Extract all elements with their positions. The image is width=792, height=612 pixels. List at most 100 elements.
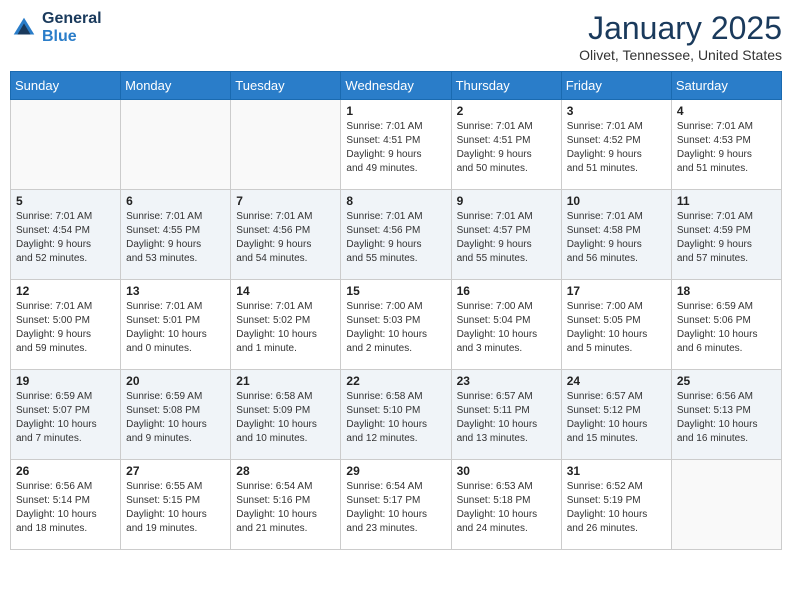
calendar-week-row: 1Sunrise: 7:01 AM Sunset: 4:51 PM Daylig… [11,100,782,190]
day-number: 1 [346,104,445,118]
day-number: 16 [457,284,556,298]
calendar-day-cell [231,100,341,190]
calendar-day-cell: 5 Sunrise: 7:01 AM Sunset: 4:54 PM Daylig… [11,190,121,280]
calendar-day-cell: 20 Sunrise: 6:59 AM Sunset: 5:08 PM Dayli… [121,370,231,460]
day-number: 5 [16,194,115,208]
day-info: Sunrise: 6:53 AM Sunset: 5:18 PM Dayligh… [457,480,556,536]
calendar-day-cell: 29 Sunrise: 6:54 AM Sunset: 5:17 PM Dayli… [341,460,451,550]
calendar-day-cell: 16 Sunrise: 7:00 AM Sunset: 5:04 PM Dayli… [451,280,561,370]
weekday-header-wednesday: Wednesday [341,72,451,100]
calendar-day-cell: 26 Sunrise: 6:56 AM Sunset: 5:14 PM Dayli… [11,460,121,550]
day-info: Sunrise: 7:01 AM Sunset: 5:01 PM Dayligh… [126,300,225,356]
calendar-day-cell: 27Sunrise: 6:55 AM Sunset: 5:15 PM Dayli… [121,460,231,550]
day-number: 15 [346,284,445,298]
day-number: 13 [126,284,225,298]
calendar-week-row: 19 Sunrise: 6:59 AM Sunset: 5:07 PM Dayli… [11,370,782,460]
day-info: Sunrise: 6:56 AM Sunset: 5:14 PM Dayligh… [16,480,115,536]
day-number: 18 [677,284,776,298]
calendar-day-cell: 14Sunrise: 7:01 AM Sunset: 5:02 PM Dayli… [231,280,341,370]
day-number: 26 [16,464,115,478]
calendar-day-cell: 2Sunrise: 7:01 AM Sunset: 4:51 PM Daylig… [451,100,561,190]
day-info: Sunrise: 7:01 AM Sunset: 4:56 PM Dayligh… [236,210,335,266]
weekday-header-saturday: Saturday [671,72,781,100]
logo-icon [10,14,38,42]
day-number: 28 [236,464,335,478]
logo-text: General Blue [42,10,102,45]
day-number: 19 [16,374,115,388]
calendar-day-cell: 22 Sunrise: 6:58 AM Sunset: 5:10 PM Dayli… [341,370,451,460]
calendar-day-cell: 24 Sunrise: 6:57 AM Sunset: 5:12 PM Dayli… [561,370,671,460]
location: Olivet, Tennessee, United States [579,47,782,63]
day-number: 20 [126,374,225,388]
day-number: 4 [677,104,776,118]
day-info: Sunrise: 7:01 AM Sunset: 4:59 PM Dayligh… [677,210,776,266]
calendar-day-cell: 1Sunrise: 7:01 AM Sunset: 4:51 PM Daylig… [341,100,451,190]
day-info: Sunrise: 6:59 AM Sunset: 5:07 PM Dayligh… [16,390,115,446]
title-area: January 2025 Olivet, Tennessee, United S… [579,10,782,63]
day-number: 2 [457,104,556,118]
calendar-day-cell: 13 Sunrise: 7:01 AM Sunset: 5:01 PM Dayli… [121,280,231,370]
calendar-day-cell: 17Sunrise: 7:00 AM Sunset: 5:05 PM Dayli… [561,280,671,370]
day-info: Sunrise: 7:01 AM Sunset: 4:57 PM Dayligh… [457,210,556,266]
day-number: 22 [346,374,445,388]
day-info: Sunrise: 7:00 AM Sunset: 5:04 PM Dayligh… [457,300,556,356]
calendar-day-cell: 15 Sunrise: 7:00 AM Sunset: 5:03 PM Dayli… [341,280,451,370]
day-number: 23 [457,374,556,388]
calendar-day-cell: 21 Sunrise: 6:58 AM Sunset: 5:09 PM Dayli… [231,370,341,460]
calendar-day-cell: 23 Sunrise: 6:57 AM Sunset: 5:11 PM Dayli… [451,370,561,460]
day-number: 9 [457,194,556,208]
page-header: General Blue January 2025 Olivet, Tennes… [10,10,782,63]
day-number: 8 [346,194,445,208]
day-info: Sunrise: 6:55 AM Sunset: 5:15 PM Dayligh… [126,480,225,536]
day-number: 24 [567,374,666,388]
calendar-day-cell: 7 Sunrise: 7:01 AM Sunset: 4:56 PM Daylig… [231,190,341,280]
day-info: Sunrise: 6:54 AM Sunset: 5:16 PM Dayligh… [236,480,335,536]
day-info: Sunrise: 7:01 AM Sunset: 4:56 PM Dayligh… [346,210,445,266]
weekday-header-monday: Monday [121,72,231,100]
logo-blue: Blue [42,28,102,46]
day-info: Sunrise: 7:01 AM Sunset: 4:54 PM Dayligh… [16,210,115,266]
logo-general: General [42,10,102,28]
day-info: Sunrise: 6:58 AM Sunset: 5:09 PM Dayligh… [236,390,335,446]
day-number: 25 [677,374,776,388]
day-number: 6 [126,194,225,208]
weekday-header-row: SundayMondayTuesdayWednesdayThursdayFrid… [11,72,782,100]
calendar-day-cell: 31 Sunrise: 6:52 AM Sunset: 5:19 PM Dayli… [561,460,671,550]
day-info: Sunrise: 6:56 AM Sunset: 5:13 PM Dayligh… [677,390,776,446]
day-info: Sunrise: 6:54 AM Sunset: 5:17 PM Dayligh… [346,480,445,536]
calendar-week-row: 26 Sunrise: 6:56 AM Sunset: 5:14 PM Dayli… [11,460,782,550]
calendar-day-cell: 11 Sunrise: 7:01 AM Sunset: 4:59 PM Dayli… [671,190,781,280]
day-info: Sunrise: 7:01 AM Sunset: 4:58 PM Dayligh… [567,210,666,266]
day-number: 30 [457,464,556,478]
day-info: Sunrise: 6:52 AM Sunset: 5:19 PM Dayligh… [567,480,666,536]
calendar-day-cell: 4Sunrise: 7:01 AM Sunset: 4:53 PM Daylig… [671,100,781,190]
day-number: 11 [677,194,776,208]
calendar-table: SundayMondayTuesdayWednesdayThursdayFrid… [10,71,782,550]
day-number: 21 [236,374,335,388]
weekday-header-sunday: Sunday [11,72,121,100]
day-info: Sunrise: 7:00 AM Sunset: 5:05 PM Dayligh… [567,300,666,356]
calendar-day-cell [11,100,121,190]
day-info: Sunrise: 7:01 AM Sunset: 4:52 PM Dayligh… [567,120,666,176]
calendar-day-cell: 18 Sunrise: 6:59 AM Sunset: 5:06 PM Dayli… [671,280,781,370]
day-info: Sunrise: 6:58 AM Sunset: 5:10 PM Dayligh… [346,390,445,446]
day-number: 7 [236,194,335,208]
weekday-header-tuesday: Tuesday [231,72,341,100]
calendar-day-cell: 9 Sunrise: 7:01 AM Sunset: 4:57 PM Daylig… [451,190,561,280]
weekday-header-friday: Friday [561,72,671,100]
day-number: 29 [346,464,445,478]
day-number: 12 [16,284,115,298]
calendar-day-cell: 10Sunrise: 7:01 AM Sunset: 4:58 PM Dayli… [561,190,671,280]
day-number: 31 [567,464,666,478]
calendar-day-cell [671,460,781,550]
month-title: January 2025 [579,10,782,47]
day-info: Sunrise: 6:59 AM Sunset: 5:06 PM Dayligh… [677,300,776,356]
weekday-header-thursday: Thursday [451,72,561,100]
day-info: Sunrise: 6:57 AM Sunset: 5:12 PM Dayligh… [567,390,666,446]
calendar-day-cell: 6Sunrise: 7:01 AM Sunset: 4:55 PM Daylig… [121,190,231,280]
calendar-day-cell: 8 Sunrise: 7:01 AM Sunset: 4:56 PM Daylig… [341,190,451,280]
day-info: Sunrise: 6:59 AM Sunset: 5:08 PM Dayligh… [126,390,225,446]
calendar-week-row: 5 Sunrise: 7:01 AM Sunset: 4:54 PM Daylig… [11,190,782,280]
day-info: Sunrise: 7:00 AM Sunset: 5:03 PM Dayligh… [346,300,445,356]
day-info: Sunrise: 6:57 AM Sunset: 5:11 PM Dayligh… [457,390,556,446]
